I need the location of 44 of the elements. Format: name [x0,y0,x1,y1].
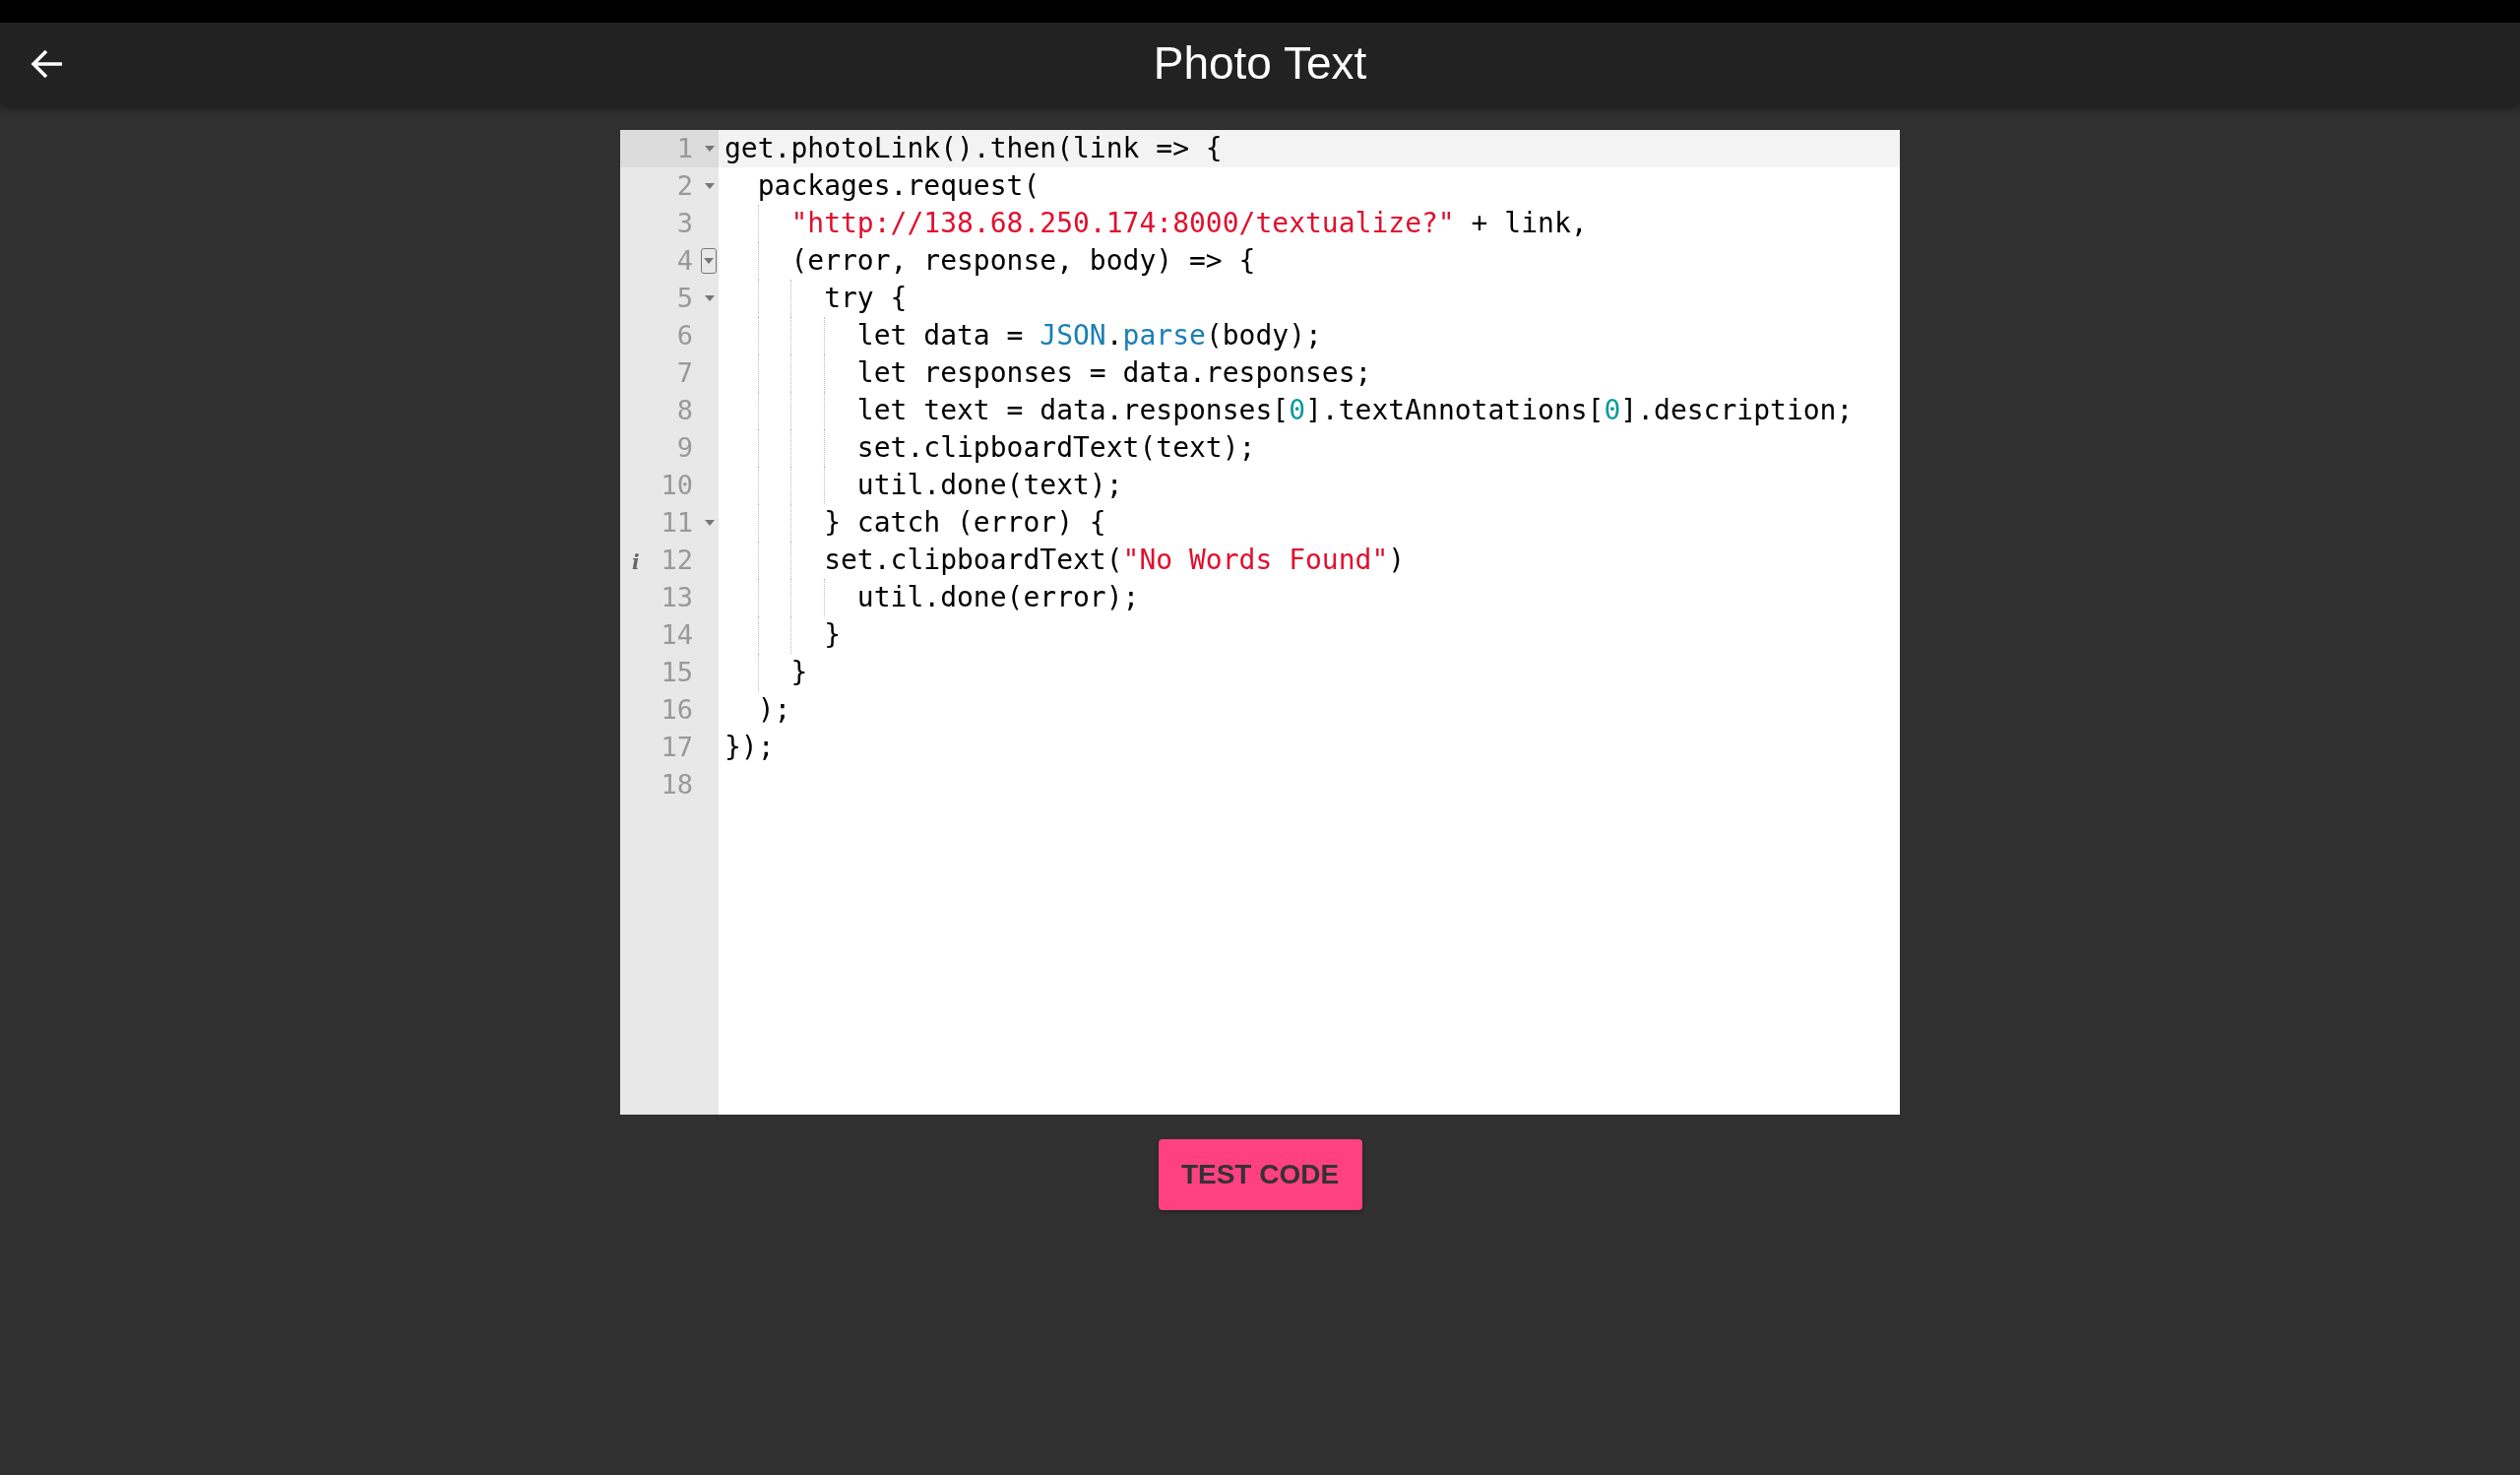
fold-toggle-icon[interactable] [701,248,717,274]
line-number: 18 [661,768,693,802]
line-number: 2 [676,169,693,203]
line-number: 10 [661,469,693,502]
code-line: set.clipboardText("No Words Found") [823,543,1406,578]
code-line: "http://138.68.250.174:8000/textualize?" + link, [789,206,1588,241]
code-line: util.done(error); [855,580,1140,615]
code-line: } [823,617,841,653]
code-line: (error, response, body) => { [789,243,1256,279]
code-line: try { [823,281,908,316]
line-number: 8 [676,394,693,427]
code-line: set.clipboardText(text); [855,430,1256,466]
fold-arrow-icon[interactable] [705,520,715,526]
line-number: 13 [661,581,693,614]
code-line: } catch (error) { [823,505,1106,541]
line-number: 1 [676,132,693,165]
code-line: let text = data.responses[0].textAnnotations[0].description; [855,393,1854,428]
line-number: 5 [676,282,693,315]
line-number: 6 [676,319,693,353]
code-line: get.photoLink().then(link => { [724,131,1223,166]
code-line: }); [724,730,775,765]
line-number: 11 [661,506,693,540]
info-marker[interactable]: i [632,547,640,577]
fold-arrow-icon[interactable] [705,146,715,152]
code-line: util.done(text); [855,468,1123,503]
line-number: 4 [676,244,693,278]
code-line: packages.request( [756,168,1040,204]
line-number: 17 [661,731,693,764]
code-line: ); [756,692,791,728]
line-number: 12 [661,544,693,577]
code-line: let data = JSON.parse(body); [855,318,1322,353]
line-number: 7 [676,356,693,390]
line-number: 14 [661,618,693,652]
code-line: } [789,655,808,690]
fold-arrow-icon[interactable] [705,183,715,189]
code-line: let responses = data.responses; [855,355,1372,391]
line-number: 3 [676,207,693,240]
line-number: 15 [661,656,693,689]
page-title: Photo Text [1153,36,1367,91]
code-editor[interactable] [620,130,1900,1115]
line-number: 9 [676,431,693,465]
test-code-button[interactable]: TEST CODE [1158,1139,1362,1210]
line-number: 16 [661,693,693,727]
fold-arrow-icon[interactable] [705,295,715,301]
